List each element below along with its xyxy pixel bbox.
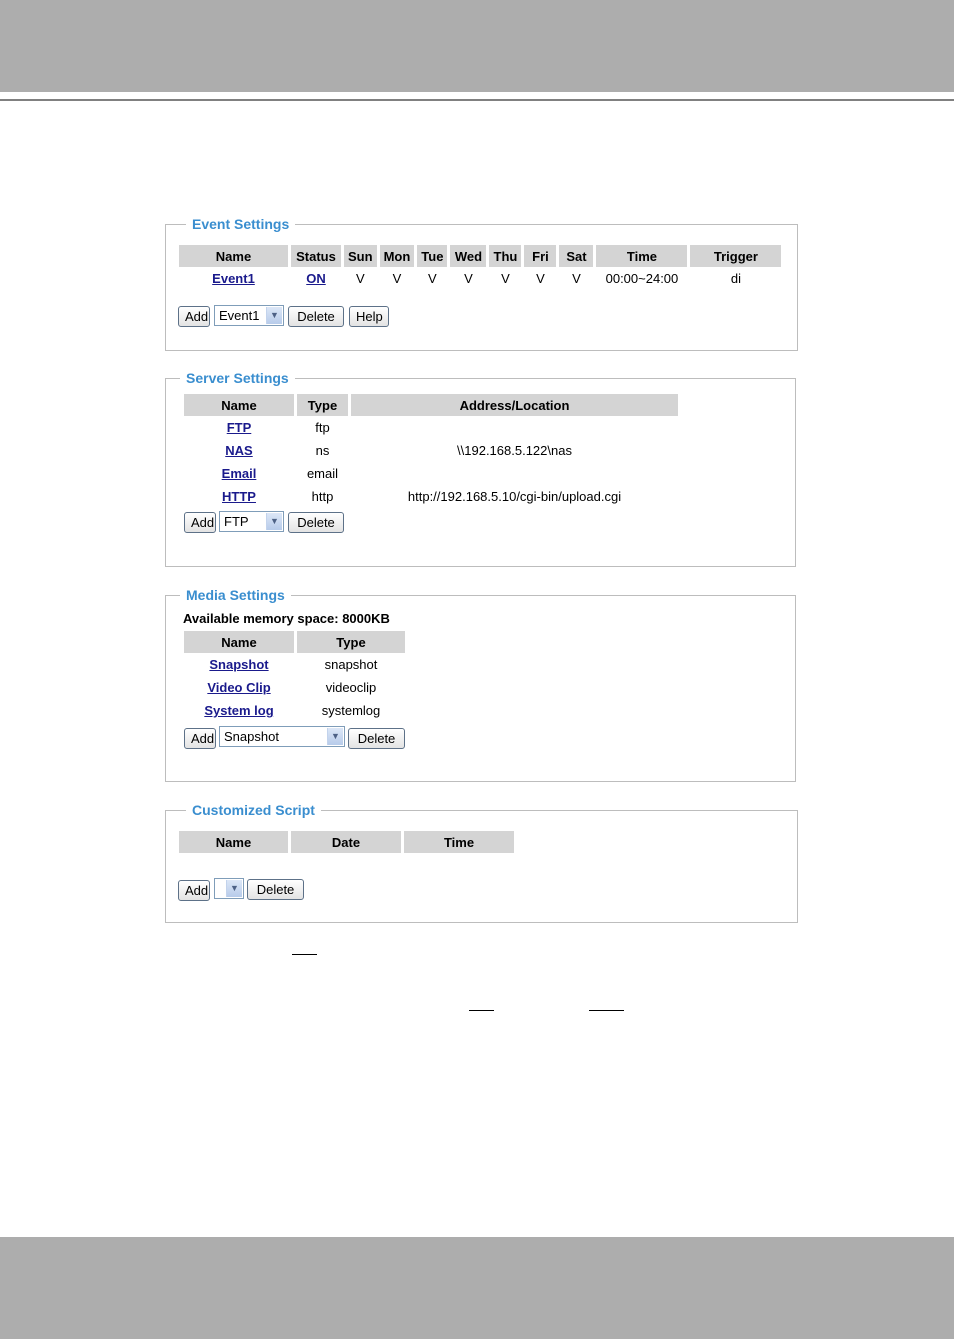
col-date: Date: [291, 831, 401, 853]
cell-address: [351, 462, 678, 485]
media-delete-button[interactable]: Delete: [348, 728, 405, 749]
server-email-link[interactable]: Email: [222, 466, 257, 481]
col-status: Status: [291, 245, 341, 267]
col-sat: Sat: [559, 245, 594, 267]
page-footer-band: [0, 1237, 954, 1339]
col-name: Name: [179, 831, 288, 853]
script-delete-button[interactable]: Delete: [247, 879, 304, 900]
col-sun: Sun: [344, 245, 377, 267]
server-add-button[interactable]: Add: [184, 512, 216, 533]
cell-type: email: [306, 466, 339, 481]
header-divider: [0, 99, 954, 101]
script-add-button[interactable]: Add: [178, 880, 210, 901]
server-delete-button[interactable]: Delete: [288, 512, 344, 533]
col-wed: Wed: [450, 245, 487, 267]
server-table-header: Name Type Address/Location: [184, 394, 678, 416]
event-settings-legend: Event Settings: [192, 216, 290, 232]
col-thu: Thu: [489, 245, 522, 267]
table-row: System log systemlog: [184, 699, 405, 722]
server-table: Name Type Address/Location FTP ftp NAS n…: [181, 394, 681, 508]
col-trigger: Trigger: [690, 245, 782, 267]
server-nas-link[interactable]: NAS: [225, 443, 252, 458]
customized-script-legend: Customized Script: [192, 802, 315, 818]
cell-type: ftp: [315, 420, 330, 435]
media-add-button[interactable]: Add: [184, 728, 216, 749]
media-systemlog-link[interactable]: System log: [204, 703, 273, 718]
underline-mark: [469, 1010, 494, 1011]
cell-address: http://192.168.5.10/cgi-bin/upload.cgi: [407, 489, 622, 504]
cell-sat: V: [572, 271, 581, 286]
server-select-value: FTP: [224, 514, 249, 529]
media-table: Name Type Snapshot snapshot Video Clip v…: [181, 631, 408, 722]
script-table-header: Name Date Time: [179, 831, 514, 853]
col-type: Type: [297, 631, 405, 653]
cell-thu: V: [501, 271, 510, 286]
chevron-down-icon[interactable]: ▼: [327, 728, 343, 745]
available-memory-text: Available memory space: 8000KB: [183, 611, 390, 626]
cell-tue: V: [428, 271, 437, 286]
server-http-link[interactable]: HTTP: [222, 489, 256, 504]
col-type: Type: [297, 394, 348, 416]
cell-type: systemlog: [321, 703, 381, 718]
customized-script-panel: Customized Script: [165, 802, 798, 923]
event-status-link[interactable]: ON: [306, 271, 326, 286]
cell-trigger: di: [730, 271, 741, 286]
col-address: Address/Location: [351, 394, 678, 416]
cell-type: ns: [315, 443, 330, 458]
cell-address: \\192.168.5.122\nas: [457, 443, 572, 458]
event-select[interactable]: Event1 ▼: [214, 305, 284, 326]
event-delete-button[interactable]: Delete: [288, 306, 344, 327]
col-name: Name: [184, 631, 294, 653]
server-ftp-link[interactable]: FTP: [227, 420, 252, 435]
table-row: Snapshot snapshot: [184, 653, 405, 676]
cell-type: videoclip: [325, 680, 377, 695]
table-row: Video Clip videoclip: [184, 676, 405, 699]
page-header-band: [0, 0, 954, 92]
chevron-down-icon[interactable]: ▼: [266, 307, 282, 324]
cell-time: 00:00~24:00: [605, 271, 679, 286]
table-row: NAS ns \\192.168.5.122\nas: [184, 439, 678, 462]
server-settings-legend: Server Settings: [186, 370, 289, 386]
chevron-down-icon[interactable]: ▼: [266, 513, 282, 530]
col-name: Name: [179, 245, 288, 267]
media-table-header: Name Type: [184, 631, 405, 653]
col-time: Time: [404, 831, 514, 853]
server-select[interactable]: FTP ▼: [219, 511, 284, 532]
col-fri: Fri: [524, 245, 557, 267]
underline-mark: [292, 954, 317, 955]
cell-type: http: [311, 489, 334, 504]
col-tue: Tue: [417, 245, 448, 267]
event-name-link[interactable]: Event1: [212, 271, 255, 286]
chevron-down-icon[interactable]: ▼: [226, 880, 242, 897]
media-snapshot-link[interactable]: Snapshot: [209, 657, 268, 672]
media-videoclip-link[interactable]: Video Clip: [207, 680, 270, 695]
cell-mon: V: [392, 271, 402, 286]
table-row: FTP ftp: [184, 416, 678, 439]
table-row: Event1 ON V V V V V V V 00:00~24:00 di: [179, 267, 781, 290]
cell-type: snapshot: [324, 657, 378, 672]
event-table: Name Status Sun Mon Tue Wed Thu Fri Sat …: [176, 245, 784, 290]
event-select-value: Event1: [219, 308, 260, 323]
table-row: HTTP http http://192.168.5.10/cgi-bin/up…: [184, 485, 678, 508]
script-select[interactable]: ▼: [214, 878, 244, 899]
col-time: Time: [596, 245, 688, 267]
cell-sun: V: [355, 271, 365, 286]
cell-fri: V: [536, 271, 545, 286]
underline-mark: [589, 1010, 624, 1011]
media-select[interactable]: Snapshot ▼: [219, 726, 345, 747]
cell-address: [351, 416, 678, 439]
table-row: Email email: [184, 462, 678, 485]
col-mon: Mon: [379, 245, 415, 267]
event-help-button[interactable]: Help: [349, 306, 389, 327]
media-settings-legend: Media Settings: [186, 587, 285, 603]
media-select-value: Snapshot: [224, 729, 279, 744]
col-name: Name: [184, 394, 294, 416]
cell-wed: V: [464, 271, 473, 286]
script-table: Name Date Time: [176, 831, 517, 853]
event-add-button[interactable]: Add: [178, 306, 210, 327]
event-table-header: Name Status Sun Mon Tue Wed Thu Fri Sat …: [179, 245, 782, 267]
